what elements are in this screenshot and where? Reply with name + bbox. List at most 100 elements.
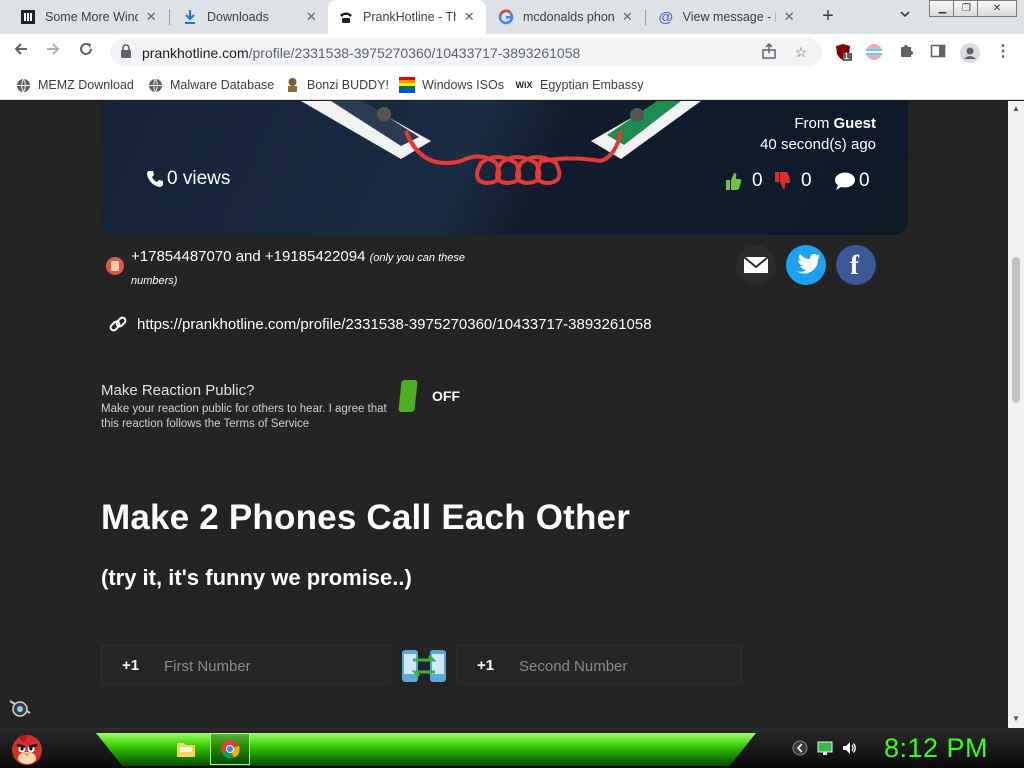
close-icon[interactable]: ✕ — [305, 9, 318, 25]
browser-toolbar: prankhotline.com/profile/2331538-3975270… — [0, 34, 1024, 70]
tab-search-button[interactable] — [895, 5, 915, 27]
close-window-button[interactable]: ✕ — [977, 0, 1017, 17]
views-count: 0 views — [167, 168, 231, 189]
url-text: prankhotline.com/profile/2331538-3975270… — [142, 45, 580, 61]
profile-avatar[interactable] — [960, 43, 980, 63]
dislike-button[interactable]: 0 — [773, 170, 812, 192]
minimize-button[interactable]: ▁ — [929, 0, 956, 17]
lock-icon — [121, 44, 131, 58]
scroll-up-arrow[interactable]: ▲ — [1012, 105, 1020, 113]
tab-title: mcdonalds phone — [523, 10, 615, 24]
second-number-input[interactable] — [519, 654, 729, 678]
share-twitter-button[interactable] — [786, 245, 826, 285]
from-line: From Guest — [794, 115, 876, 132]
taskbar-clock[interactable]: 8:12 PM — [884, 733, 988, 764]
views-counter: 0 views — [145, 168, 230, 190]
start-button[interactable] — [6, 729, 48, 767]
bookmark-memz-download[interactable]: MEMZ Download — [15, 76, 134, 94]
chain-link-icon — [109, 316, 127, 332]
arrow-left-icon — [14, 43, 27, 55]
maximize-button[interactable]: ❐ — [953, 0, 980, 17]
close-icon[interactable]: ✕ — [621, 9, 634, 25]
share-page-icon[interactable] — [760, 42, 778, 61]
page-scrollbar[interactable]: ▲ ▼ — [1008, 101, 1024, 728]
pride-flag-extension-icon[interactable] — [865, 43, 883, 61]
bookmarks-bar: MEMZ Download Malware Database Bonzi BUD… — [0, 70, 1024, 100]
phone-numbers-info: +17854487070 and +19185422094 (only you … — [131, 246, 511, 292]
scroll-down-arrow[interactable]: ▼ — [1012, 715, 1020, 723]
envelope-icon — [743, 256, 769, 273]
kebab-menu-icon[interactable]: ⋮ — [994, 43, 1012, 61]
folder-icon — [177, 743, 195, 757]
reload-button[interactable] — [74, 40, 98, 64]
swap-phones-icon[interactable] — [401, 649, 447, 683]
toggle-knob — [398, 380, 418, 412]
tab-downloads[interactable]: Downloads ✕ — [172, 0, 328, 34]
volume-icon[interactable] — [841, 740, 857, 756]
first-number-input[interactable] — [164, 654, 374, 678]
close-icon[interactable]: ✕ — [144, 9, 158, 25]
side-panel-icon[interactable] — [929, 43, 947, 61]
taskbar-file-explorer[interactable] — [166, 733, 206, 765]
bookmark-label: Egyptian Embassy — [540, 78, 644, 92]
phone-number-badge-icon — [106, 257, 124, 275]
back-button[interactable] — [9, 40, 33, 64]
close-icon[interactable]: ✕ — [782, 9, 796, 25]
address-bar[interactable]: prankhotline.com/profile/2331538-3975270… — [110, 38, 822, 66]
chevron-down-icon — [900, 11, 910, 18]
ublock-icon[interactable]: 1 — [834, 43, 852, 61]
url-path: /profile/2331538-3975270360/10433717-389… — [248, 45, 581, 61]
tab-view-message[interactable]: @ View message - M ✕ — [648, 0, 806, 34]
puzzle-icon[interactable] — [897, 43, 915, 61]
phone-icon — [338, 9, 354, 25]
from-name: Guest — [833, 115, 876, 132]
profile-link[interactable]: https://prankhotline.com/profile/2331538… — [137, 316, 652, 333]
page-content: 0 views From Guest 40 second(s) ago 0 0 … — [0, 101, 1008, 728]
star-icon[interactable]: ☆ — [792, 43, 810, 61]
thumbs-down-icon — [775, 172, 791, 189]
profile-link-row: https://prankhotline.com/profile/2331538… — [108, 314, 652, 334]
reaction-public-toggle[interactable]: OFF — [398, 379, 468, 413]
network-icon[interactable] — [817, 740, 833, 756]
forward-button[interactable] — [41, 40, 65, 64]
tab-some-more-windows[interactable]: Some More Wind ✕ — [10, 0, 168, 34]
tab-mcdonalds-search[interactable]: mcdonalds phone ✕ — [488, 0, 644, 34]
close-icon[interactable]: ✕ — [462, 9, 476, 25]
reaction-public-section: Make Reaction Public? Make your reaction… — [101, 382, 401, 432]
share-facebook-button[interactable]: f — [836, 245, 876, 285]
angry-bird-icon — [12, 735, 42, 765]
facebook-f-icon: f — [850, 250, 859, 280]
bookmark-windows-isos[interactable]: Windows ISOs — [399, 76, 504, 94]
bookmark-label: Bonzi BUDDY! — [307, 78, 389, 92]
thumbs-up-icon — [726, 173, 742, 190]
screen: Some More Wind ✕ Downloads ✕ PrankHotlin… — [0, 0, 1024, 768]
tab-divider — [645, 9, 646, 25]
country-code: +1 — [477, 657, 495, 674]
bookmark-bonzi-buddy[interactable]: Bonzi BUDDY! — [284, 76, 389, 94]
dislikes-count: 0 — [801, 170, 812, 191]
bookmark-malware-database[interactable]: Malware Database — [147, 76, 274, 94]
globe-icon — [147, 77, 163, 93]
person-icon — [960, 43, 980, 63]
share-email-button[interactable] — [736, 245, 776, 285]
comments-button[interactable]: 0 — [834, 170, 870, 192]
likes-count: 0 — [752, 170, 763, 191]
tab-title: View message - M — [682, 10, 777, 24]
reaction-description: Make your reaction public for others to … — [101, 403, 387, 430]
tab-prankhotline[interactable]: PrankHotline - Th ✕ — [328, 0, 486, 34]
taskbar-chrome[interactable] — [210, 733, 250, 765]
taskbar — [0, 728, 1024, 768]
tab-strip: Some More Wind ✕ Downloads ✕ PrankHotlin… — [0, 0, 1024, 34]
tray-chevron-icon[interactable] — [792, 740, 808, 756]
bookmark-label: Windows ISOs — [422, 78, 504, 92]
profile-hero-banner: 0 views From Guest 40 second(s) ago 0 0 … — [101, 101, 908, 235]
page-title: Make 2 Phones Call Each Other — [101, 498, 631, 537]
twitter-bird-icon — [796, 254, 820, 274]
bookmark-egyptian-embassy[interactable]: WiX Egyptian Embassy — [515, 76, 644, 94]
tab-title: Downloads — [207, 10, 269, 24]
reaction-title: Make Reaction Public? — [101, 382, 255, 399]
like-button[interactable]: 0 — [724, 170, 763, 192]
new-tab-button[interactable]: + — [817, 5, 839, 27]
scrollbar-thumb[interactable] — [1012, 257, 1020, 403]
second-number-field: +1 — [456, 645, 742, 685]
